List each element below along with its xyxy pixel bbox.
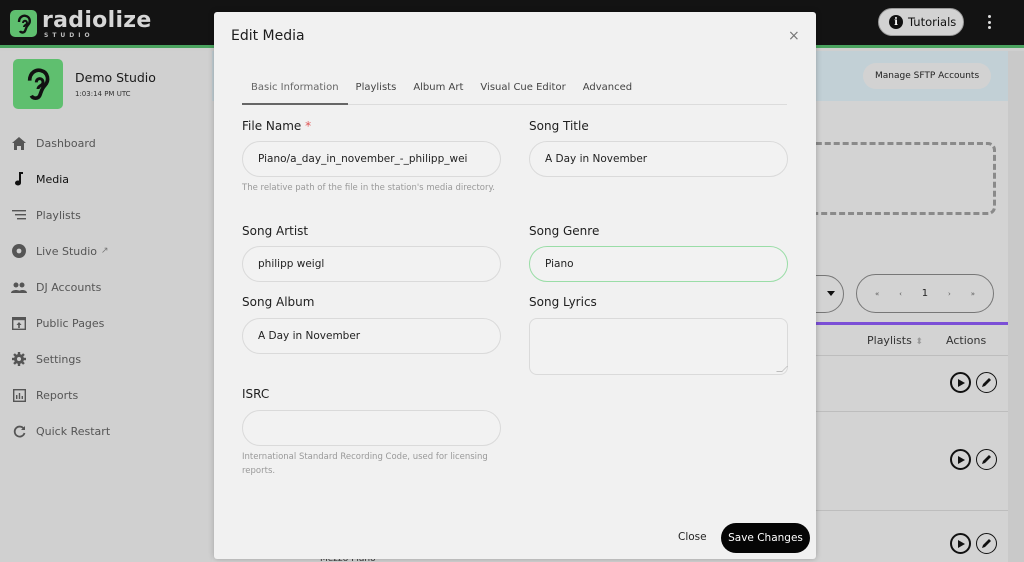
file-name-help: The relative path of the file in the sta…	[242, 183, 496, 193]
refresh-icon	[11, 423, 27, 439]
sort-icon: ⬍	[915, 337, 923, 347]
play-icon[interactable]	[950, 533, 971, 554]
song-lyrics-label: Song Lyrics	[529, 295, 597, 309]
tab-advanced[interactable]: Advanced	[583, 78, 632, 105]
pagination: « ‹ 1 › »	[856, 274, 994, 313]
song-artist-input[interactable]: philipp weigl	[242, 246, 501, 282]
isrc-input[interactable]	[242, 410, 501, 446]
song-genre-input[interactable]: Piano	[529, 246, 788, 282]
sidebar-item-label: Live Studio	[36, 244, 97, 258]
isrc-label: ISRC	[242, 387, 270, 401]
row-actions	[950, 449, 997, 470]
current-page[interactable]: 1	[922, 288, 928, 299]
people-icon	[11, 279, 27, 295]
studio-name: Demo Studio	[75, 70, 156, 85]
upload-window-icon	[11, 315, 27, 331]
song-title-input[interactable]: A Day in November	[529, 141, 788, 177]
tutorials-button[interactable]: i Tutorials	[878, 8, 964, 36]
row-actions	[950, 372, 997, 393]
logo[interactable]: radiolize STUDIO	[10, 10, 152, 39]
tab-visual-cue-editor[interactable]: Visual Cue Editor	[480, 78, 565, 105]
disc-icon	[11, 243, 27, 259]
last-page-button[interactable]: »	[971, 290, 975, 298]
gear-icon	[11, 351, 27, 367]
play-icon[interactable]	[950, 449, 971, 470]
home-icon	[11, 135, 27, 151]
required-mark: *	[305, 119, 312, 133]
sidebar-item-reports[interactable]: Reports	[0, 377, 212, 413]
music-note-icon	[11, 171, 27, 187]
modal-title: Edit Media	[231, 28, 305, 44]
info-icon: i	[889, 15, 903, 29]
sidebar-item-label: Reports	[36, 388, 79, 402]
header-actions: Actions	[946, 334, 987, 347]
sidebar-item-label: Settings	[36, 352, 82, 366]
manage-sftp-button[interactable]: Manage SFTP Accounts	[863, 63, 992, 89]
header-playlists[interactable]: Playlists ⬍	[867, 334, 923, 347]
logo-subtext: STUDIO	[44, 32, 94, 39]
tab-album-art[interactable]: Album Art	[413, 78, 463, 105]
row-actions	[950, 533, 997, 554]
close-button[interactable]: Close	[678, 531, 707, 543]
external-link-icon: ↗	[101, 246, 109, 256]
sidebar-item-label: Dashboard	[36, 136, 96, 150]
close-icon[interactable]: ×	[788, 28, 800, 44]
studio-avatar	[13, 59, 63, 109]
sidebar-item-dashboard[interactable]: Dashboard	[0, 125, 212, 161]
song-lyrics-textarea[interactable]	[529, 318, 788, 375]
edit-pencil-icon[interactable]	[976, 533, 997, 554]
edit-media-modal: Edit Media × Basic Information Playlists…	[214, 12, 816, 559]
resize-handle[interactable]	[776, 366, 788, 372]
sidebar-item-settings[interactable]: Settings	[0, 341, 212, 377]
song-artist-label: Song Artist	[242, 224, 309, 238]
logo-text: radiolize	[42, 8, 152, 33]
tab-basic-information[interactable]: Basic Information	[242, 78, 348, 105]
song-album-label: Song Album	[242, 295, 315, 309]
save-changes-button[interactable]: Save Changes	[721, 523, 810, 553]
file-name-input[interactable]: Piano/a_day_in_november_-_philipp_wei	[242, 141, 501, 177]
scrollbar[interactable]	[1008, 51, 1024, 562]
file-name-label: File Name *	[242, 119, 312, 133]
sidebar-item-label: Quick Restart	[36, 424, 111, 438]
sidebar-item-public-pages[interactable]: Public Pages	[0, 305, 212, 341]
ear-logo-icon	[10, 10, 37, 37]
first-page-button[interactable]: «	[875, 290, 879, 298]
sidebar-item-quick-restart[interactable]: Quick Restart	[0, 413, 212, 449]
sidebar-item-playlists[interactable]: Playlists	[0, 197, 212, 233]
sidebar-item-dj-accounts[interactable]: DJ Accounts	[0, 269, 212, 305]
isrc-help: International Standard Recording Code, u…	[242, 452, 488, 476]
sidebar: Demo Studio 1:03:14 PM UTC Dashboard Med…	[0, 51, 212, 562]
playlist-icon	[11, 207, 27, 223]
song-title-label: Song Title	[529, 119, 589, 133]
sidebar-item-live-studio[interactable]: Live Studio ↗	[0, 233, 212, 269]
sidebar-item-media[interactable]: Media	[0, 161, 212, 197]
next-page-button[interactable]: ›	[948, 290, 951, 298]
bar-chart-icon	[11, 387, 27, 403]
sidebar-item-label: DJ Accounts	[36, 280, 102, 294]
edit-pencil-icon[interactable]	[976, 449, 997, 470]
modal-tabs: Basic Information Playlists Album Art Vi…	[242, 78, 787, 105]
sidebar-item-label: Media	[36, 172, 70, 186]
studio-header: Demo Studio 1:03:14 PM UTC	[13, 59, 156, 109]
edit-pencil-icon[interactable]	[976, 372, 997, 393]
tutorials-label: Tutorials	[908, 15, 957, 29]
studio-time: 1:03:14 PM UTC	[75, 90, 131, 98]
tab-playlists[interactable]: Playlists	[356, 78, 397, 105]
sidebar-item-label: Public Pages	[36, 316, 105, 330]
play-icon[interactable]	[950, 372, 971, 393]
song-album-input[interactable]: A Day in November	[242, 318, 501, 354]
prev-page-button[interactable]: ‹	[899, 290, 902, 298]
sidebar-item-label: Playlists	[36, 208, 81, 222]
more-options-icon[interactable]	[983, 12, 995, 32]
sidebar-nav: Dashboard Media Playlists Live Studio ↗ …	[0, 125, 212, 449]
caret-down-icon	[827, 291, 835, 296]
song-genre-label: Song Genre	[529, 224, 600, 238]
